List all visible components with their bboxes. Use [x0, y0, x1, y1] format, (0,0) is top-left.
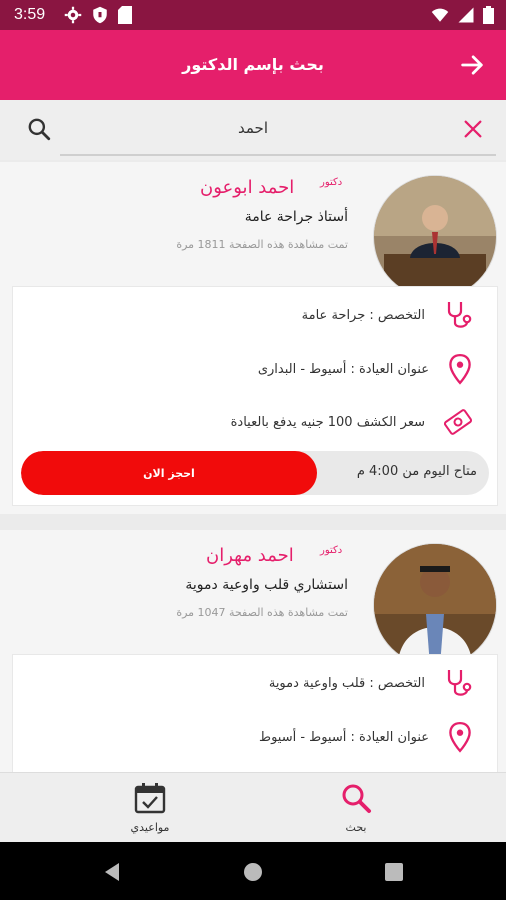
availability-bar: احجز الان متاح اليوم من 4:00 م — [21, 451, 489, 495]
status-bar: 3:59 — [0, 0, 506, 30]
battery-icon — [483, 6, 494, 24]
shield-icon — [93, 6, 107, 24]
recents-square-icon[interactable] — [385, 863, 403, 881]
doctor-card[interactable]: دكتور احمد ابوعون أستاذ جراحة عامة تمت م… — [0, 162, 506, 514]
bottom-nav: مواعيدي بحث — [0, 772, 506, 843]
page-title: بحث بإسم الدكتور — [182, 55, 324, 74]
doctor-name: احمد ابوعون — [200, 177, 295, 198]
system-nav-bar — [0, 842, 506, 900]
stethoscope-icon — [447, 302, 472, 328]
doctor-label: دكتور — [320, 177, 343, 188]
signal-icon — [458, 7, 474, 23]
app-bar: بحث بإسم الدكتور — [0, 30, 506, 100]
home-circle-icon[interactable] — [243, 862, 263, 882]
calendar-check-icon — [134, 783, 166, 814]
back-arrow-icon[interactable] — [458, 51, 486, 79]
view-count: تمت مشاهدة هذه الصفحة 1811 مرة — [176, 238, 348, 251]
search-icon — [342, 784, 371, 813]
doctor-title: استشاري قلب واوعية دموية — [185, 577, 348, 593]
nav-appointments[interactable]: مواعيدي — [100, 781, 200, 834]
wifi-icon — [431, 8, 449, 22]
doctor-title: أستاذ جراحة عامة — [244, 209, 348, 225]
nav-search-label: بحث — [345, 821, 367, 834]
specialty-text: التخصص : قلب واوعية دموية — [268, 675, 425, 691]
doctor-card[interactable]: دكتور احمد مهران استشاري قلب واوعية دموي… — [0, 530, 506, 786]
availability-text: متاح اليوم من 4:00 م — [356, 464, 477, 479]
settings-icon — [64, 6, 82, 24]
sd-card-icon — [118, 6, 132, 24]
address-text: عنوان العيادة : أسيوط - أسيوط — [259, 729, 429, 745]
view-count: تمت مشاهدة هذه الصفحة 1047 مرة — [176, 606, 348, 619]
stethoscope-icon — [447, 670, 472, 696]
search-bar: احمد — [0, 100, 506, 160]
search-input[interactable]: احمد — [0, 119, 506, 137]
book-now-button[interactable]: احجز الان — [21, 451, 317, 495]
specialty-text: التخصص : جراحة عامة — [301, 307, 425, 323]
search-underline — [60, 154, 496, 156]
avatar — [373, 175, 497, 299]
address-text: عنوان العيادة : أسيوط - البدارى — [257, 361, 429, 377]
cash-icon — [443, 409, 473, 435]
location-pin-icon — [449, 353, 471, 385]
doctor-details: التخصص : جراحة عامة عنوان العيادة : أسيو… — [12, 286, 498, 506]
doctor-name: احمد مهران — [206, 545, 294, 566]
location-pin-icon — [449, 721, 471, 753]
doctor-label: دكتور — [320, 545, 343, 556]
nav-appointments-label: مواعيدي — [130, 821, 170, 834]
back-triangle-icon[interactable] — [103, 862, 121, 882]
price-text: سعر الكشف 100 جنيه يدفع بالعيادة — [230, 414, 425, 430]
doctor-details: التخصص : قلب واوعية دموية عنوان العيادة … — [12, 654, 498, 786]
avatar — [373, 543, 497, 667]
nav-search[interactable]: بحث — [306, 781, 406, 834]
status-time: 3:59 — [14, 6, 46, 23]
close-icon[interactable] — [462, 118, 484, 140]
